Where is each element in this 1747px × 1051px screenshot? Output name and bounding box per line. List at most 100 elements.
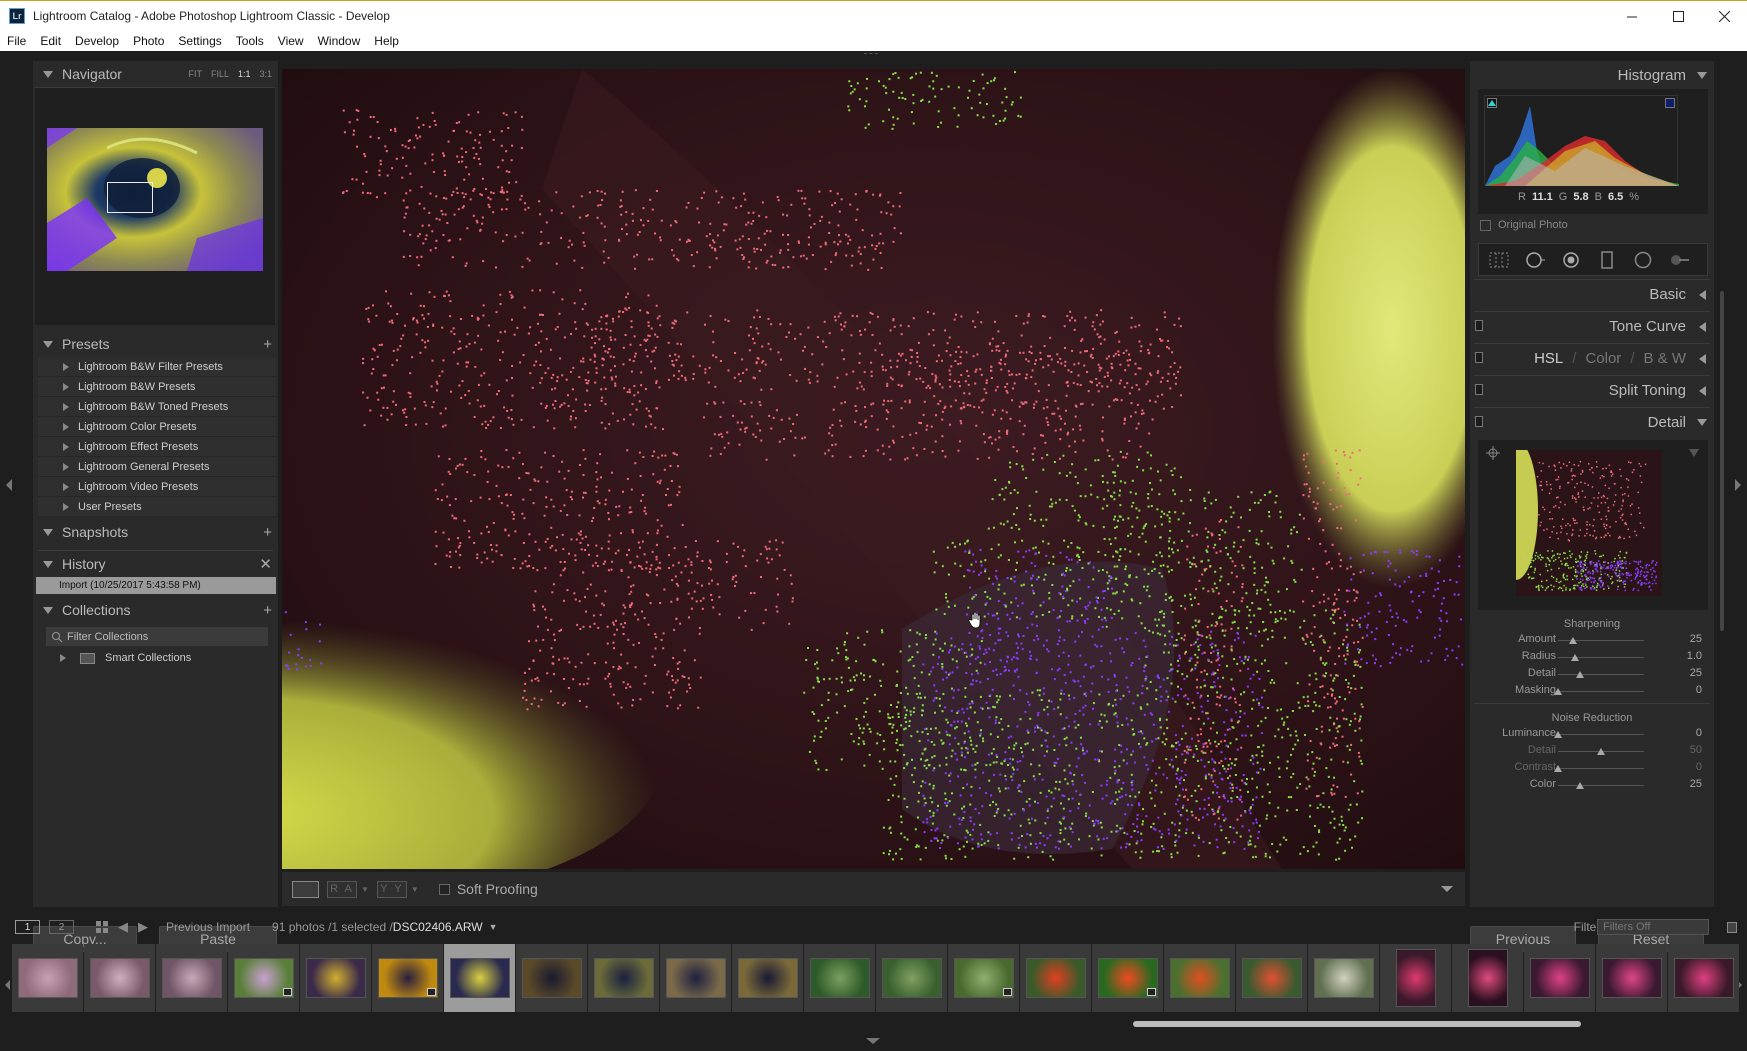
navigator-thumbnail[interactable]: [47, 128, 263, 271]
slider-detail[interactable]: Detail 50: [1470, 743, 1714, 760]
slider-color[interactable]: Color 25: [1470, 777, 1714, 794]
adjustment-brush-tool-button[interactable]: [1669, 251, 1689, 269]
detail-header[interactable]: Detail: [1470, 408, 1714, 436]
filmstrip-thumbnail[interactable]: [1452, 944, 1523, 1012]
filmstrip-thumbnail[interactable]: [1020, 944, 1091, 1012]
slider-value[interactable]: 25: [1690, 633, 1702, 645]
menu-tools[interactable]: Tools: [229, 34, 271, 48]
forward-arrow-icon[interactable]: ▶: [138, 919, 148, 935]
hsl-tab[interactable]: HSL: [1534, 350, 1563, 367]
graduated-filter-tool-button[interactable]: [1597, 250, 1617, 269]
grid-view-icon[interactable]: [96, 921, 108, 933]
right-panel-scrollbar[interactable]: [1720, 291, 1724, 631]
filmstrip-thumbnail[interactable]: [1092, 944, 1163, 1012]
slider-value[interactable]: 0: [1696, 684, 1702, 696]
maximize-button[interactable]: [1655, 1, 1701, 32]
highlight-clipping-icon[interactable]: [1665, 98, 1675, 108]
filmstrip-thumbnail[interactable]: [1380, 944, 1451, 1012]
filmstrip-thumbnail[interactable]: [588, 944, 659, 1012]
slider-luminance[interactable]: Luminance 0: [1470, 726, 1714, 743]
slider-thumb[interactable]: [1575, 671, 1584, 678]
histogram-header[interactable]: Histogram: [1470, 61, 1714, 89]
monitor-1-button[interactable]: 1: [15, 920, 40, 934]
slider-thumb[interactable]: [1554, 688, 1562, 695]
radial-filter-tool-button[interactable]: [1633, 251, 1653, 269]
clear-history-icon[interactable]: ✕: [259, 555, 272, 573]
filmstrip-thumbnail[interactable]: [444, 944, 515, 1012]
toolbar-options-icon[interactable]: [1441, 886, 1453, 892]
preset-folder[interactable]: Lightroom Video Presets: [38, 477, 276, 497]
filmstrip-thumbnail[interactable]: [804, 944, 875, 1012]
slider-thumb[interactable]: [1554, 765, 1562, 772]
menu-develop[interactable]: Develop: [68, 34, 126, 48]
panel-switch-icon[interactable]: [1475, 416, 1483, 427]
filmstrip-thumbnail[interactable]: [156, 944, 227, 1012]
slider-track[interactable]: [1558, 637, 1644, 644]
slider-thumb[interactable]: [1568, 637, 1577, 644]
history-header[interactable]: History ✕: [33, 551, 278, 577]
filmstrip-thumbnail[interactable]: [300, 944, 371, 1012]
snapshots-header[interactable]: Snapshots +: [33, 519, 278, 545]
filmstrip-thumbnail[interactable]: [732, 944, 803, 1012]
filter-lock-icon[interactable]: [1727, 921, 1737, 933]
main-photo-view[interactable]: [282, 69, 1465, 869]
slider-value[interactable]: 0: [1696, 761, 1702, 773]
navigator-zoom-rectangle[interactable]: [107, 182, 153, 213]
zoom-fit[interactable]: FIT: [188, 69, 202, 79]
menu-view[interactable]: View: [271, 34, 311, 48]
history-item[interactable]: Import (10/25/2017 5:43:58 PM): [36, 577, 276, 594]
slider-track[interactable]: [1558, 671, 1644, 678]
slider-track[interactable]: [1554, 765, 1644, 772]
slider-track[interactable]: [1558, 748, 1644, 755]
navigator-header[interactable]: Navigator FIT FILL 1:1 3:1: [33, 61, 278, 87]
basic-header[interactable]: Basic: [1470, 280, 1714, 308]
slider-amount[interactable]: Amount 25: [1470, 632, 1714, 649]
slider-thumb[interactable]: [1575, 782, 1584, 789]
top-panel-handle[interactable]: [864, 53, 878, 57]
back-arrow-icon[interactable]: ◀: [118, 919, 128, 935]
filmstrip-thumbnail[interactable]: [1308, 944, 1379, 1012]
selected-filename[interactable]: DSC02406.ARW: [393, 920, 483, 934]
slider-track[interactable]: [1558, 782, 1644, 789]
filename-dropdown-icon[interactable]: ▼: [489, 922, 498, 932]
preset-folder[interactable]: Lightroom General Presets: [38, 457, 276, 477]
before-after-button[interactable]: R A: [327, 880, 357, 898]
slider-value[interactable]: 0: [1696, 727, 1702, 739]
menu-edit[interactable]: Edit: [33, 34, 68, 48]
before-after-split-button[interactable]: Y Y: [376, 880, 407, 898]
preset-folder[interactable]: User Presets: [38, 497, 276, 517]
filmstrip-thumbnail[interactable]: [948, 944, 1019, 1012]
spot-removal-tool-button[interactable]: [1525, 251, 1545, 269]
right-panel-toggle-icon[interactable]: [1735, 479, 1741, 491]
filmstrip-thumbnail[interactable]: [1236, 944, 1307, 1012]
dropdown-arrow-icon[interactable]: ▼: [411, 885, 419, 894]
bw-tab[interactable]: B & W: [1643, 350, 1686, 367]
filmstrip-thumbnail[interactable]: [1596, 944, 1667, 1012]
detail-preview-image[interactable]: [1516, 450, 1662, 596]
slider-masking[interactable]: Masking 0: [1470, 683, 1714, 700]
detail-preview-toggle-icon[interactable]: [1688, 448, 1700, 458]
shadow-clipping-icon[interactable]: [1487, 98, 1497, 108]
original-photo-toggle[interactable]: Original Photo: [1480, 216, 1714, 234]
filmstrip-thumbnail[interactable]: [1668, 944, 1739, 1012]
monitor-2-button[interactable]: 2: [49, 920, 74, 934]
presets-header[interactable]: Presets +: [33, 331, 278, 357]
crop-tool-button[interactable]: [1489, 251, 1509, 269]
zoom-3-1[interactable]: 3:1: [259, 69, 272, 79]
filter-select[interactable]: Filters Off: [1597, 919, 1709, 935]
collections-header[interactable]: Collections +: [33, 597, 278, 623]
hsl-color-bw-header[interactable]: HSL / Color / B & W: [1470, 344, 1714, 372]
menu-photo[interactable]: Photo: [126, 34, 171, 48]
filmstrip-thumbnail[interactable]: [660, 944, 731, 1012]
tone-curve-header[interactable]: Tone Curve: [1470, 312, 1714, 340]
filmstrip-thumbnail[interactable]: [228, 944, 299, 1012]
add-snapshot-icon[interactable]: +: [263, 524, 272, 541]
zoom-1-1[interactable]: 1:1: [238, 69, 251, 79]
minimize-button[interactable]: [1609, 1, 1655, 32]
filmstrip-scrollbar[interactable]: [1133, 1021, 1581, 1027]
menu-help[interactable]: Help: [367, 34, 406, 48]
left-panel-toggle-icon[interactable]: [6, 479, 12, 491]
filmstrip-source[interactable]: Previous Import: [166, 920, 250, 934]
slider-track[interactable]: [1554, 688, 1644, 695]
preset-folder[interactable]: Lightroom B&W Filter Presets: [38, 357, 276, 377]
